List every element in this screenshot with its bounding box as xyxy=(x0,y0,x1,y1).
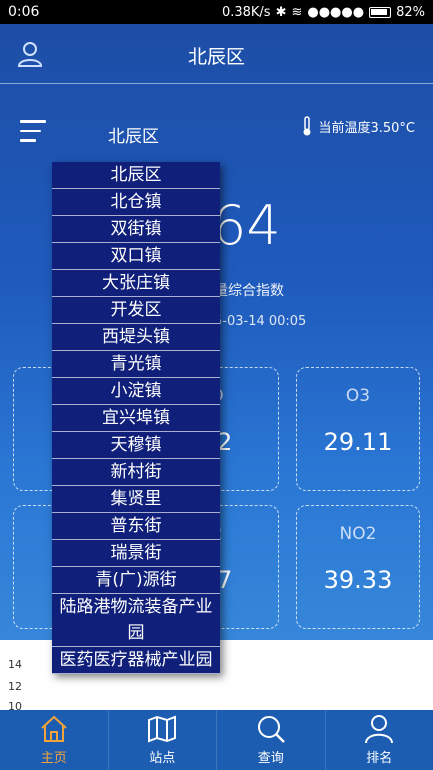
dropdown-item[interactable]: 西堤头镇 xyxy=(52,324,220,351)
bluetooth-icon: ✱ xyxy=(275,4,287,20)
tab-label: 站点 xyxy=(149,751,176,766)
menu-icon[interactable] xyxy=(20,120,46,142)
district-dropdown: 北辰区 北仓镇 双街镇 双口镇 大张庄镇 开发区 西堤头镇 青光镇 小淀镇 宜兴… xyxy=(52,162,220,674)
dropdown-item[interactable]: 大张庄镇 xyxy=(52,270,220,297)
battery-icon xyxy=(369,6,392,18)
temperature-readout: 当前温度3.50°C xyxy=(302,116,415,136)
pollutant-name: NO2 xyxy=(339,524,377,544)
bottom-tab-bar: 主页 站点 查询 排名 xyxy=(0,710,433,770)
dropdown-item[interactable]: 集贤里 xyxy=(52,486,220,513)
thermometer-icon xyxy=(303,116,311,136)
dropdown-item[interactable]: 宜兴埠镇 xyxy=(52,405,220,432)
network-speed: 0.38K/s xyxy=(221,4,271,20)
dropdown-item[interactable]: 开发区 xyxy=(52,297,220,324)
status-bar: 0:06 0.38K/s ✱ ≋ ●●●●● 82% xyxy=(0,0,433,24)
dropdown-item[interactable]: 青光镇 xyxy=(52,351,220,378)
aqi-time: 5-03-14 00:05 xyxy=(214,314,307,329)
chart-title: 化图表 xyxy=(220,648,274,669)
dropdown-item[interactable]: 北辰区 xyxy=(52,162,220,189)
signal-icon: ●●●●● xyxy=(307,4,365,20)
dropdown-item[interactable]: 瑞景街 xyxy=(52,540,220,567)
search-icon xyxy=(257,716,285,743)
dropdown-item[interactable]: 陆路港物流装备产业园 xyxy=(52,594,220,647)
wifi-icon: ≋ xyxy=(291,4,303,20)
tab-label: 排名 xyxy=(366,751,393,766)
top-bar: 北辰区 xyxy=(0,24,433,84)
tab-label: 查询 xyxy=(257,751,284,766)
pollutant-value: 29.11 xyxy=(323,428,393,456)
dropdown-item[interactable]: 青(广)源街 xyxy=(52,567,220,594)
pollutant-value: 39.33 xyxy=(323,566,393,594)
dropdown-item[interactable]: 天穆镇 xyxy=(52,432,220,459)
pollutant-card[interactable]: O3 29.11 xyxy=(296,367,420,491)
pollutant-name: O3 xyxy=(345,386,371,406)
dropdown-item[interactable]: 北仓镇 xyxy=(52,189,220,216)
tab-ranking[interactable]: 排名 xyxy=(326,710,433,770)
user-icon xyxy=(365,715,394,744)
pollutant-card[interactable]: NO2 39.33 xyxy=(296,505,420,629)
dropdown-item[interactable]: 小淀镇 xyxy=(52,378,220,405)
dropdown-item[interactable]: 普东街 xyxy=(52,513,220,540)
dropdown-item[interactable]: 双口镇 xyxy=(52,243,220,270)
tab-stations[interactable]: 站点 xyxy=(109,710,217,770)
tab-query[interactable]: 查询 xyxy=(217,710,326,770)
dropdown-item[interactable]: 新村街 xyxy=(52,459,220,486)
chart-tick: 12 xyxy=(8,680,22,693)
temperature-text: 当前温度3.50°C xyxy=(318,120,415,136)
battery-level: 82% xyxy=(396,4,425,20)
tab-home[interactable]: 主页 xyxy=(0,710,109,770)
page-title: 北辰区 xyxy=(187,46,245,68)
home-icon xyxy=(41,715,67,742)
aqi-value: 64 xyxy=(212,194,281,257)
dropdown-item[interactable]: 双街镇 xyxy=(52,216,220,243)
app-screen: 北辰区 北辰区 当前温度3.50°C 64 量综合指数 5-03-14 00:0… xyxy=(0,24,433,770)
status-time: 0:06 xyxy=(8,4,40,20)
aqi-label: 量综合指数 xyxy=(214,283,284,299)
map-icon xyxy=(148,715,177,743)
district-selector[interactable]: 北辰区 xyxy=(108,122,159,147)
dropdown-item[interactable]: 医药医疗器械产业园 xyxy=(52,647,220,674)
tab-label: 主页 xyxy=(40,751,67,766)
chart-tick: 14 xyxy=(8,658,22,671)
